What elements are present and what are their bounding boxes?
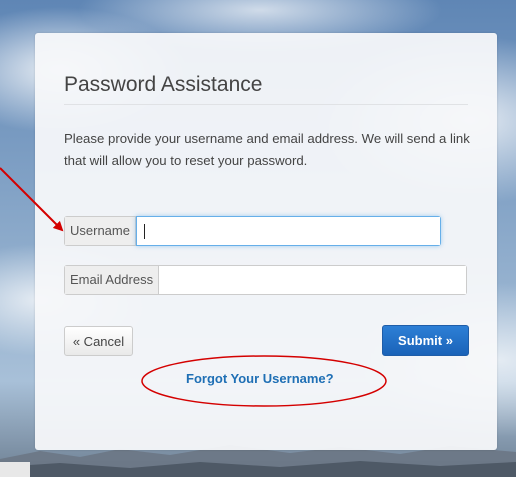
title-divider [64,104,468,105]
email-input[interactable] [159,266,466,294]
dialog-description: Please provide your username and email a… [64,131,470,168]
taskbar-fragment [0,462,30,477]
submit-button[interactable]: Submit » [382,325,469,356]
username-input-group: Username [64,216,441,246]
password-assistance-card: Password Assistance Please provide your … [35,33,497,450]
username-input[interactable] [136,217,440,245]
username-label: Username [65,217,136,245]
email-label: Email Address [65,266,160,294]
forgot-username-link[interactable]: Forgot Your Username? [186,371,334,386]
dialog-title: Password Assistance [64,73,263,96]
email-input-group: Email Address [64,265,467,295]
text-cursor [143,224,145,239]
username-field-wrapper [135,216,441,246]
cancel-button[interactable]: « Cancel [64,326,133,356]
